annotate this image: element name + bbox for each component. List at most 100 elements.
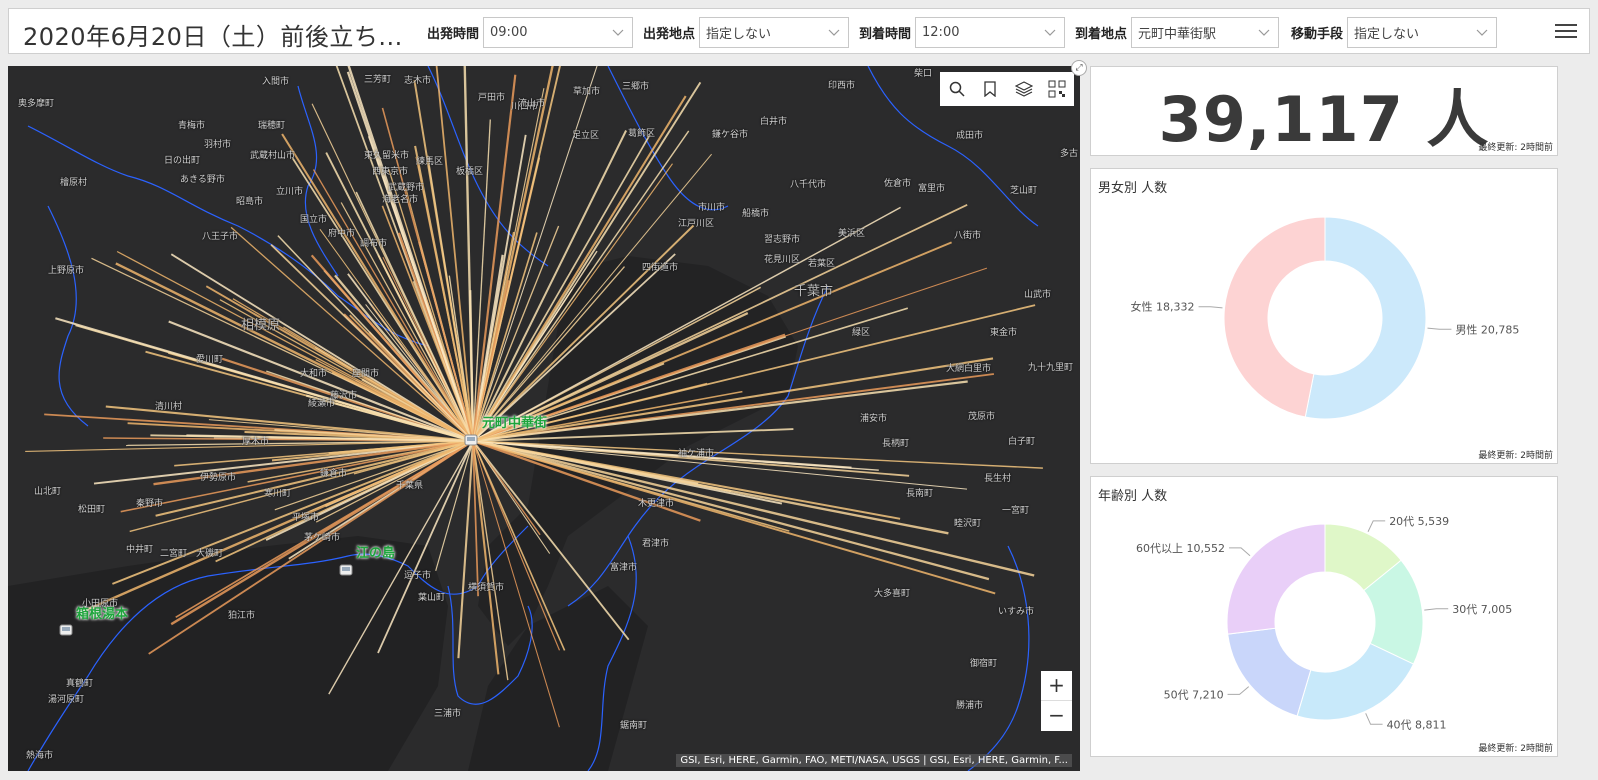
flow-line [319,228,474,442]
map-label: 逗子市 [404,571,432,581]
map-label: 葉山町 [418,593,446,603]
chevron-down-icon [1044,29,1056,36]
filter-arrival-time: 到着時間 12:00 [859,17,1066,48]
last-updated-text: 最終更新: 2時間前 [1478,451,1553,461]
map-label: 八千代市 [790,180,827,190]
map-label: 相模原 [241,318,281,333]
map-label: 成田市 [956,131,984,141]
map-label: 東金市 [990,328,1018,338]
zoom-out-button[interactable]: − [1041,701,1072,731]
station-marker-icon[interactable] [58,622,74,638]
station-marker-icon[interactable] [463,432,479,448]
map-label: 横須賀市 [468,583,505,593]
arrival-time-select[interactable]: 12:00 [915,17,1066,48]
map-label: 若葉区 [808,259,836,269]
flow-map[interactable]: 奥多摩町 青梅市 羽村市 日の出町 檜原村 あきる野市 昭島市 八王子市 上野原… [8,66,1080,771]
chevron-down-icon [1258,29,1270,36]
gender-chart-panel: 男女別 人数 男性 20,785 女性 18,332 最終更新: 2時間前 [1090,168,1558,464]
map-label: 鎌倉市 [320,469,348,479]
map-attribution: GSI, Esri, HERE, Garmin, FAO, METI/NASA,… [676,754,1072,767]
map-label: いすみ市 [998,607,1035,617]
map-label: 三浦市 [434,709,462,719]
map-label: 多古 [1060,149,1079,159]
chevron-down-icon [828,29,840,36]
map-label: 茅ケ崎市 [304,533,341,543]
map-label: 秦野市 [136,499,164,509]
map-label: 木更津市 [638,499,675,509]
map-label: 綾瀬市 [308,399,336,409]
layers-icon[interactable] [1013,78,1035,100]
filter-departure-time: 出発時間 09:00 [427,17,634,48]
search-icon[interactable] [946,78,968,100]
last-updated-text: 最終更新: 2時間前 [1478,143,1553,153]
map-label: 草加市 [573,87,601,97]
map-label: 睦沢町 [954,519,982,529]
map-label: 八王子市 [202,232,239,242]
label-leader-line [1198,306,1223,309]
map-label: 長生村 [984,474,1012,484]
map-label: 勝浦市 [956,701,984,711]
donut-slice-50代 [1227,627,1312,717]
zoom-control: + − [1041,671,1072,731]
flow-line [472,206,901,442]
map-label: 座間市 [352,369,380,379]
map-label: 瑞穂町 [258,121,286,131]
map-label: 緑区 [852,328,871,338]
map-label: 二宮町 [160,549,188,559]
select-value: 12:00 [922,25,960,40]
map-label: 大和市 [300,369,328,379]
map-label: 三郷市 [622,82,650,92]
map-label: 練馬区 [416,157,444,167]
map-label: 三芳町 [364,75,392,85]
map-label: 海老名市 [382,195,419,205]
flow-line [472,130,627,442]
poi-label-enoshima: 江の島 [356,546,396,561]
departure-place-select[interactable]: 指定しない [699,17,850,48]
map-label: 板橋区 [456,167,484,177]
gender-donut-chart[interactable]: 男性 20,785 女性 18,332 [1091,169,1559,449]
transport-select[interactable]: 指定しない [1347,17,1498,48]
hamburger-menu-icon[interactable] [1555,20,1577,42]
map-label: 八街市 [954,231,982,241]
map-label: 愛川町 [196,355,224,365]
map-label: 平塚市 [292,513,320,523]
poi-label-hakone: 箱根湯本 [76,607,129,622]
map-label: 足立区 [572,131,600,141]
map-label: 芝山町 [1010,186,1038,196]
station-marker-icon[interactable] [338,562,354,578]
map-label: 鎌ケ谷市 [712,130,749,140]
map-label: 鋸南町 [620,721,648,731]
map-label: あきる野市 [180,175,225,185]
arrival-place-select[interactable]: 元町中華街駅 [1131,17,1280,48]
departure-time-select[interactable]: 09:00 [483,17,634,48]
bookmark-icon[interactable] [979,78,1001,100]
qr-icon[interactable] [1046,78,1068,100]
flow-line [472,440,566,651]
slice-label: 50代 7,210 [1164,688,1224,701]
filter-label: 移動手段 [1291,27,1344,42]
label-leader-line [1229,547,1251,557]
map-label: 江戸川区 [678,219,715,229]
map-label: 山武市 [1024,290,1052,300]
select-value: 指定しない [1354,27,1420,42]
map-label: 大網白里市 [946,364,992,374]
poi-label-motomachi: 元町中華街 [482,416,548,431]
donut-slice-60代以上 [1226,523,1326,635]
dashboard-title: 2020年6月20日（土）前後立ち... [23,23,403,51]
map-label: 檜原村 [60,178,88,188]
age-donut-chart[interactable]: 20代 5,539 30代 7,005 40代 8,811 50代 7,210 60代以… [1091,477,1559,745]
map-label: 伊勢原市 [200,473,237,483]
map-label: 浦安市 [860,414,888,424]
map-label: 中井町 [126,545,154,555]
header-bar: 2020年6月20日（土）前後立ち... 出発時間 09:00 出発地点 指定し… [8,8,1590,54]
zoom-in-button[interactable]: + [1041,671,1072,701]
filter-arrival-place: 到着地点 元町中華街駅 [1075,17,1280,48]
label-leader-line [1424,608,1449,611]
map-label: 清川村 [155,402,183,412]
map-label: 東久留米市 [364,151,410,161]
expand-icon[interactable]: ⤢ [1071,60,1087,76]
map-label: 千葉市 [794,284,834,299]
map-label: 奥多摩町 [18,99,55,109]
map-label: 市川市 [698,203,726,213]
donut-slice-女性 [1223,216,1326,418]
